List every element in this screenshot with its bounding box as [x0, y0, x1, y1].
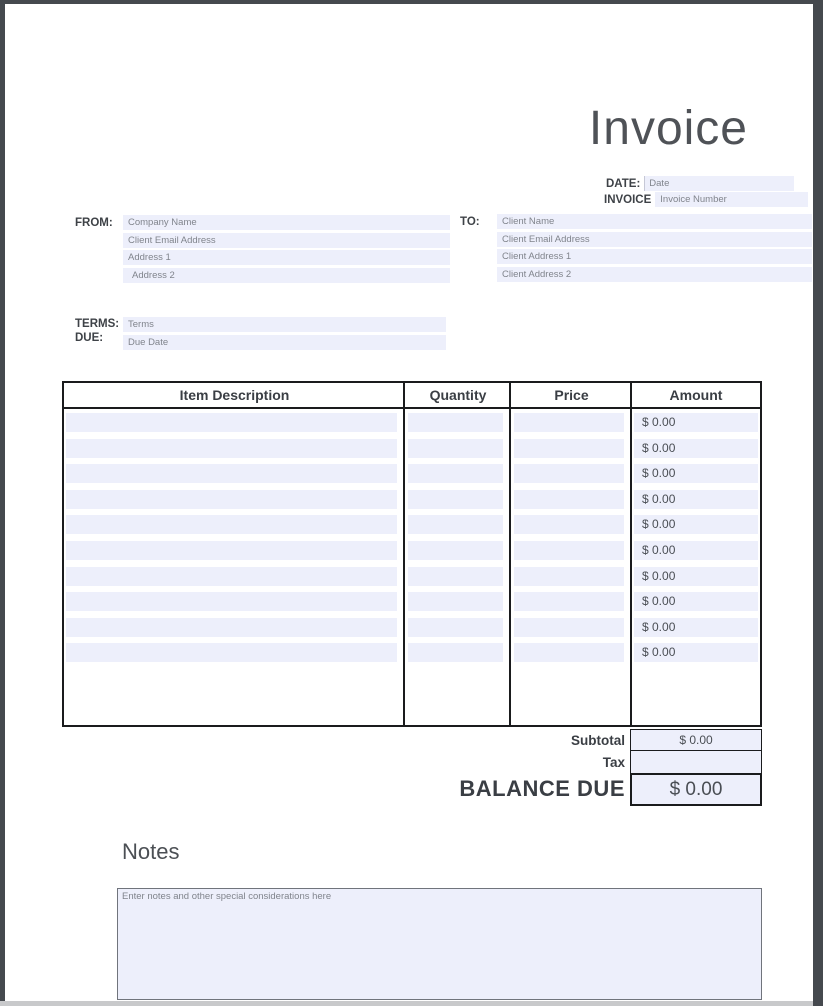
page-title: Invoice — [589, 101, 748, 156]
amount-value: $ 0.00 — [634, 567, 758, 586]
amount-value: $ 0.00 — [634, 592, 758, 611]
col-header-quantity: Quantity — [405, 383, 511, 407]
price-input[interactable] — [514, 541, 624, 560]
terms-label: TERMS: — [75, 318, 119, 330]
balance-due-value: $ 0.00 — [630, 773, 762, 806]
page-frame-left — [0, 0, 5, 1001]
amount-value: $ 0.00 — [634, 618, 758, 637]
quantity-input[interactable] — [408, 618, 503, 637]
col-header-item-description: Item Description — [64, 383, 405, 407]
line-items-table: Item Description Quantity Price Amount $… — [62, 381, 762, 727]
client-email-field[interactable] — [497, 232, 812, 247]
price-input[interactable] — [514, 439, 624, 458]
invoice-label: INVOICE — [604, 194, 651, 206]
item-description-input[interactable] — [66, 567, 397, 586]
table-row: $ 0.00 — [64, 567, 760, 593]
table-row: $ 0.00 — [64, 439, 760, 465]
to-fields — [497, 214, 812, 282]
client-address1-field[interactable] — [497, 249, 812, 264]
price-input[interactable] — [514, 643, 624, 662]
item-description-input[interactable] — [66, 515, 397, 534]
price-input[interactable] — [514, 567, 624, 586]
quantity-input[interactable] — [408, 413, 503, 432]
from-label: FROM: — [75, 217, 113, 229]
invoice-number-field[interactable] — [655, 192, 808, 207]
price-input[interactable] — [514, 618, 624, 637]
table-row: $ 0.00 — [64, 592, 760, 618]
price-input[interactable] — [514, 515, 624, 534]
table-header-row: Item Description Quantity Price Amount — [64, 383, 760, 409]
item-description-input[interactable] — [66, 439, 397, 458]
due-date-field[interactable] — [123, 335, 446, 350]
invoice-page: Invoice DATE: INVOICE FROM: TO: TERMS: D… — [0, 0, 823, 1006]
page-frame-right — [813, 0, 823, 1006]
to-label: TO: — [460, 216, 480, 228]
from-company-name-field[interactable] — [123, 215, 450, 230]
quantity-input[interactable] — [408, 439, 503, 458]
item-description-input[interactable] — [66, 490, 397, 509]
page-frame-top — [0, 0, 823, 4]
item-description-input[interactable] — [66, 618, 397, 637]
page-frame-bottom — [0, 1001, 813, 1006]
quantity-input[interactable] — [408, 567, 503, 586]
item-description-input[interactable] — [66, 541, 397, 560]
table-row: $ 0.00 — [64, 643, 760, 669]
table-rows: $ 0.00 $ 0.00 $ 0.00 $ 0.00 — [64, 413, 760, 669]
price-input[interactable] — [514, 413, 624, 432]
client-name-field[interactable] — [497, 214, 812, 229]
quantity-input[interactable] — [408, 515, 503, 534]
quantity-input[interactable] — [408, 490, 503, 509]
table-row: $ 0.00 — [64, 515, 760, 541]
amount-value: $ 0.00 — [634, 464, 758, 483]
date-label: DATE: — [606, 178, 640, 190]
notes-textarea[interactable] — [117, 888, 762, 1000]
item-description-input[interactable] — [66, 464, 397, 483]
quantity-input[interactable] — [408, 464, 503, 483]
notes-heading: Notes — [122, 839, 179, 865]
from-address2-field[interactable] — [123, 268, 450, 283]
table-row: $ 0.00 — [64, 618, 760, 644]
due-label: DUE: — [75, 332, 103, 344]
col-header-price: Price — [511, 383, 632, 407]
table-row: $ 0.00 — [64, 413, 760, 439]
totals-boxes: $ 0.00 $ 0.00 — [630, 729, 762, 806]
amount-value: $ 0.00 — [634, 515, 758, 534]
from-fields — [123, 215, 450, 283]
table-row: $ 0.00 — [64, 464, 760, 490]
subtotal-label: Subtotal — [400, 733, 625, 748]
price-input[interactable] — [514, 464, 624, 483]
quantity-input[interactable] — [408, 643, 503, 662]
quantity-input[interactable] — [408, 541, 503, 560]
client-address2-field[interactable] — [497, 267, 812, 282]
table-row: $ 0.00 — [64, 490, 760, 516]
from-email-field[interactable] — [123, 233, 450, 248]
price-input[interactable] — [514, 490, 624, 509]
item-description-input[interactable] — [66, 592, 397, 611]
invoice-number-row: INVOICE — [604, 192, 808, 207]
amount-value: $ 0.00 — [634, 541, 758, 560]
tax-label: Tax — [400, 755, 625, 770]
quantity-input[interactable] — [408, 592, 503, 611]
amount-value: $ 0.00 — [634, 643, 758, 662]
tax-field[interactable] — [630, 751, 762, 773]
amount-value: $ 0.00 — [634, 490, 758, 509]
date-row: DATE: — [606, 176, 794, 191]
price-input[interactable] — [514, 592, 624, 611]
subtotal-value: $ 0.00 — [630, 729, 762, 751]
balance-due-label: BALANCE DUE — [300, 776, 625, 802]
terms-fields — [123, 317, 446, 350]
amount-value: $ 0.00 — [634, 439, 758, 458]
col-header-amount: Amount — [632, 383, 760, 407]
amount-value: $ 0.00 — [634, 413, 758, 432]
item-description-input[interactable] — [66, 413, 397, 432]
from-address1-field[interactable] — [123, 250, 450, 265]
date-field[interactable] — [644, 176, 794, 191]
table-row: $ 0.00 — [64, 541, 760, 567]
item-description-input[interactable] — [66, 643, 397, 662]
terms-field[interactable] — [123, 317, 446, 332]
